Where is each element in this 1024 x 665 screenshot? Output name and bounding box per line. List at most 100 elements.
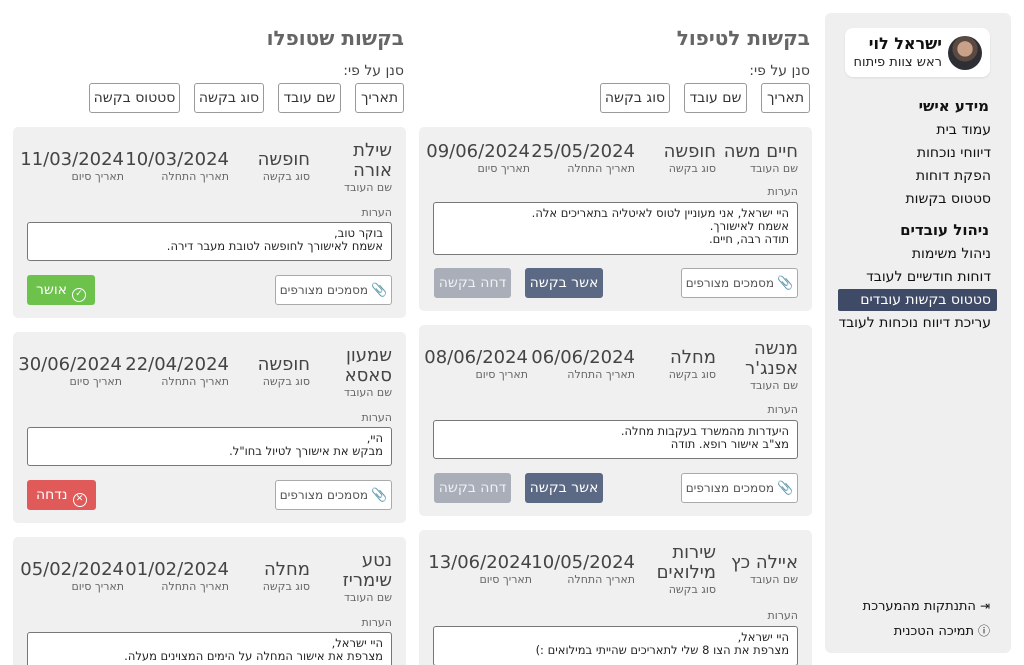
support-label: תמיכה הטכנית <box>893 624 974 639</box>
handled-filter-status[interactable]: סטטוס בקשה <box>89 83 180 113</box>
user-name: ישראל לוי <box>868 34 942 53</box>
pending-request-card: חיים משה שם העובד חופשה סוג בקשה 25/05/2… <box>419 127 812 311</box>
notes-label: הערות <box>767 185 798 198</box>
attachments-button[interactable]: 📎מסמכים מצורפים <box>275 275 392 305</box>
reject-button[interactable]: דחה בקשה <box>434 268 511 298</box>
type-field: שירות מילואים סוג בקשה <box>654 543 716 596</box>
request-type: שירות מילואים <box>656 542 716 583</box>
handled-request-card: שמעון סאסא שם העובד חופשה סוג בקשה 22/04… <box>13 332 406 523</box>
nav-item-monthly-reports[interactable]: דוחות חודשיים לעובד <box>866 269 991 285</box>
paperclip-icon: 📎 <box>777 481 794 496</box>
user-profile-card[interactable]: ישראל לוי ראש צוות פיתוח <box>845 28 990 77</box>
pending-filter-type[interactable]: סוג בקשה <box>600 83 670 113</box>
start-date: 22/04/2024 <box>125 354 229 375</box>
end-field: 13/06/2024 תאריך סיום <box>428 553 532 586</box>
employee-field: חיים משה שם העובד <box>724 142 798 175</box>
attachments-button[interactable]: 📎מסמכים מצורפים <box>681 268 798 298</box>
logout-icon: ⇥ <box>979 599 990 613</box>
end-date-label: תאריך סיום <box>477 162 530 175</box>
end-field: 08/06/2024 תאריך סיום <box>424 348 528 381</box>
notes-box: היי ישראל, מצרפת את הצו 8 שלי לתאריכים ש… <box>433 626 798 665</box>
nav-heading-manage: ניהול עובדים <box>900 221 989 239</box>
employee-field: מנשה אפנג'ר שם העובד <box>740 339 798 392</box>
employee-name: מנשה אפנג'ר <box>744 338 798 379</box>
type-field: חופשה סוג בקשה <box>258 150 310 183</box>
request-type-label: סוג בקשה <box>668 583 716 596</box>
end-date: 13/06/2024 <box>428 552 532 573</box>
notes-box: היי, מבקש את אישורך לטיול בחו"ל. <box>27 427 392 466</box>
pending-filter-employee[interactable]: שם עובד <box>684 83 747 113</box>
end-field: 11/03/2024 תאריך סיום <box>20 150 124 183</box>
reject-button[interactable]: דחה בקשה <box>434 473 511 503</box>
employee-name: איילה כץ <box>730 552 798 573</box>
end-date-label: תאריך סיום <box>479 573 532 586</box>
start-date-label: תאריך התחלה <box>567 573 635 586</box>
start-field: 10/03/2024 תאריך התחלה <box>125 150 229 183</box>
notes-line: מצרפת את אישור המחלה על הימים המצוינים מ… <box>124 649 383 663</box>
employee-name-label: שם העובד <box>749 379 798 392</box>
approve-button[interactable]: אשר בקשה <box>525 473 603 503</box>
handled-filter-type[interactable]: סוג בקשה <box>194 83 264 113</box>
start-date-label: תאריך התחלה <box>567 162 635 175</box>
request-type: חופשה <box>663 141 716 162</box>
employee-field: נטע שימריז שם העובד <box>342 551 392 604</box>
pending-section-title: בקשות לטיפול <box>676 26 810 50</box>
notes-box: היי ישראל, מצרפת את אישור המחלה על הימים… <box>27 632 392 665</box>
request-type-label: סוג בקשה <box>668 368 716 381</box>
notes-label: הערות <box>361 616 392 629</box>
start-date: 10/03/2024 <box>125 149 229 170</box>
nav-item-attendance[interactable]: דיווחי נוכחות <box>917 145 991 161</box>
pending-filter-date[interactable]: תאריך <box>761 83 810 113</box>
nav-item-edit-attendance[interactable]: עריכת דיווח נוכחות לעובד <box>838 315 991 331</box>
attachments-label: מסמכים מצורפים <box>685 276 775 290</box>
type-field: חופשה סוג בקשה <box>258 355 310 388</box>
attachments-button[interactable]: 📎מסמכים מצורפים <box>275 480 392 510</box>
employee-name: חיים משה <box>723 141 798 162</box>
handled-request-card: שילת אורה שם העובד חופשה סוג בקשה 10/03/… <box>13 127 406 318</box>
pending-request-card: מנשה אפנג'ר שם העובד מחלה סוג בקשה 06/06… <box>419 325 812 516</box>
employee-field: איילה כץ שם העובד <box>731 553 798 586</box>
employee-name: שמעון סאסא <box>344 345 392 386</box>
request-type-label: סוג בקשה <box>668 162 716 175</box>
notes-line: תודה רבה, חיים. <box>708 232 789 246</box>
employee-name-label: שם העובד <box>749 162 798 175</box>
request-type: מחלה <box>264 559 310 580</box>
end-date: 11/03/2024 <box>20 149 124 170</box>
notes-line: אשמח לאישורך לחופשה לטובת מעבר דירה. <box>166 239 383 253</box>
handled-filter-employee[interactable]: שם עובד <box>278 83 341 113</box>
end-field: 05/02/2024 תאריך סיום <box>20 560 124 593</box>
request-type-label: סוג בקשה <box>262 580 310 593</box>
approve-button[interactable]: אשר בקשה <box>525 268 603 298</box>
notes-box: היעדרות מהמשרד בעקבות מחלה. מצ"ב אישור ר… <box>433 420 798 459</box>
support-link[interactable]: ⓘתמיכה הטכנית <box>894 622 990 639</box>
nav-item-home[interactable]: עמוד בית <box>936 122 991 138</box>
logout-link[interactable]: ⇥התנתקות מהמערכת <box>863 599 990 614</box>
request-type: מחלה <box>670 347 716 368</box>
start-date: 06/06/2024 <box>531 347 635 368</box>
attachments-label: מסמכים מצורפים <box>685 481 775 495</box>
start-date-label: תאריך התחלה <box>161 375 229 388</box>
paperclip-icon: 📎 <box>371 488 388 503</box>
nav-item-request-status[interactable]: סטטוס בקשות <box>905 191 991 207</box>
notes-line: מבקש את אישורך לטיול בחו"ל. <box>229 444 383 458</box>
attachments-button[interactable]: 📎מסמכים מצורפים <box>681 473 798 503</box>
employee-name-label: שם העובד <box>749 573 798 586</box>
start-field: 10/05/2024 תאריך התחלה <box>531 553 635 586</box>
user-role: ראש צוות פיתוח <box>853 55 942 70</box>
status-label: אושר <box>36 282 67 298</box>
employee-name-label: שם העובד <box>343 181 392 194</box>
start-date-label: תאריך התחלה <box>161 580 229 593</box>
end-date: 08/06/2024 <box>424 347 528 368</box>
start-field: 01/02/2024 תאריך התחלה <box>125 560 229 593</box>
nav-item-employee-requests[interactable]: סטטוס בקשות עובדים <box>838 289 997 311</box>
avatar <box>948 36 982 70</box>
notes-box: בוקר טוב, אשמח לאישורך לחופשה לטובת מעבר… <box>27 222 392 261</box>
paperclip-icon: 📎 <box>371 283 388 298</box>
app-page: ישראל לוי ראש צוות פיתוח מידע אישי עמוד … <box>0 0 1024 665</box>
nav-item-tasks[interactable]: ניהול משימות <box>912 246 991 262</box>
nav-item-reports[interactable]: הפקת דוחות <box>916 168 991 184</box>
end-field: 30/06/2024 תאריך סיום <box>18 355 122 388</box>
notes-line: מצ"ב אישור רופא. תודה <box>670 437 789 451</box>
handled-filter-date[interactable]: תאריך <box>355 83 404 113</box>
status-badge-approved: ✓ אושר <box>27 275 95 305</box>
